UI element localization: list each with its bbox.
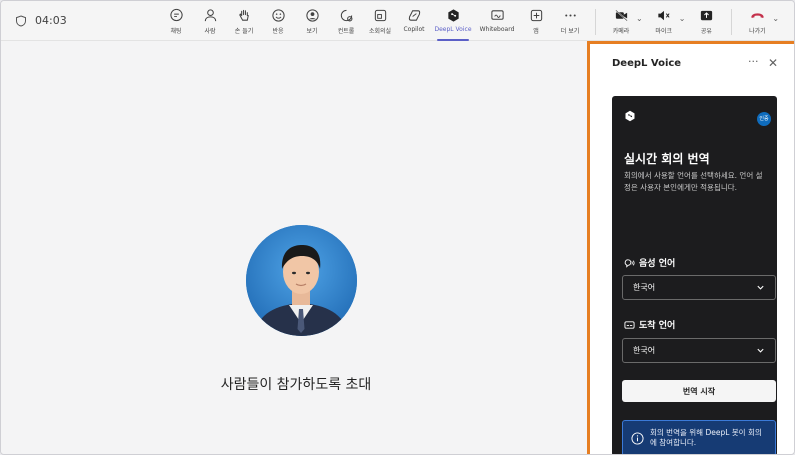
- camera-label: 카메라: [612, 28, 630, 35]
- info-banner: 회의 번역을 위해 DeepL 봇이 회의에 참여합니다.: [622, 420, 776, 454]
- apps-button[interactable]: 앱: [519, 6, 553, 38]
- speech-language-text: 음성 언어: [639, 259, 676, 269]
- chat-button[interactable]: 채팅: [159, 6, 193, 38]
- apps-label: 앱: [533, 28, 539, 35]
- leave-button[interactable]: 나가기: [740, 6, 774, 38]
- controls-label: 컨트롤: [337, 28, 355, 35]
- close-icon[interactable]: ✕: [768, 56, 778, 70]
- target-language-label: 도착 언어: [624, 318, 675, 331]
- deepl-voice-label: DeepL Voice: [434, 26, 472, 33]
- camera-button[interactable]: 카메라: [604, 6, 638, 38]
- controls-button[interactable]: 컨트롤: [329, 6, 363, 38]
- invite-text: 사람들이 참가하도록 초대: [220, 377, 372, 393]
- deepl-icon: [447, 9, 459, 22]
- apps-icon: [530, 9, 542, 22]
- whiteboard-button[interactable]: Whiteboard: [475, 6, 519, 38]
- participant-avatar: [246, 225, 357, 336]
- mic-muted-icon: [658, 10, 670, 21]
- chat-label: 채팅: [170, 28, 182, 35]
- deepl-voice-button[interactable]: DeepL Voice: [431, 6, 475, 41]
- start-translation-button[interactable]: 번역 시작: [622, 380, 776, 402]
- toolbar-divider: [731, 9, 733, 35]
- mic-button[interactable]: 마이크: [647, 6, 681, 38]
- breakout-rooms-label: 소회의실: [368, 28, 392, 35]
- share-icon: [700, 10, 713, 21]
- speech-language-label: 음성 언어: [624, 256, 675, 269]
- user-badge[interactable]: 인증: [757, 112, 771, 126]
- person-photo: [246, 225, 357, 336]
- camera-off-icon: [614, 9, 628, 22]
- breakout-rooms-icon: [374, 9, 386, 22]
- breakout-rooms-button[interactable]: 소회의실: [363, 6, 397, 38]
- copilot-label: Copilot: [403, 26, 425, 33]
- deepl-app-card: 인증 실시간 회의 번역 회의에서 사용할 언어를 선택하세요. 언어 설정은 …: [612, 96, 777, 454]
- speech-language-value: 한국어: [633, 283, 656, 292]
- chat-icon: [169, 8, 183, 22]
- speech-language-select[interactable]: 한국어: [622, 275, 776, 300]
- hang-up-icon: [751, 13, 764, 19]
- teams-meeting-window: 04:03 채팅 사람 손 들기 반응 보기 컨트롤 소회의실 Copilot …: [0, 0, 795, 455]
- raise-hand-label: 손 들기: [234, 28, 254, 35]
- meeting-stage: 사람들이 참가하도록 초대: [1, 42, 591, 454]
- toolbar-buttons: 채팅 사람 손 들기 반응 보기 컨트롤 소회의실 Copilot DeepL …: [159, 6, 783, 41]
- panel-more-icon[interactable]: ···: [748, 55, 759, 68]
- reactions-button[interactable]: 반응: [261, 6, 295, 38]
- meeting-timer: 04:03: [15, 14, 67, 27]
- panel-title: DeepL Voice: [612, 58, 682, 69]
- deepl-logo-icon: [625, 110, 635, 122]
- chevron-down-icon: [757, 348, 764, 353]
- toolbar-divider: [595, 9, 596, 35]
- target-language-select[interactable]: 한국어: [622, 338, 776, 363]
- share-label: 공유: [700, 28, 712, 35]
- people-label: 사람: [204, 28, 216, 35]
- view-label: 보기: [306, 28, 318, 35]
- deepl-voice-panel: DeepL Voice ··· ✕ 인증 실시간 회의 번역 회의에서 사용할 …: [587, 41, 794, 454]
- speech-icon: [624, 258, 635, 268]
- reactions-label: 반응: [272, 28, 284, 35]
- reaction-icon: [271, 9, 285, 22]
- view-icon: [305, 9, 319, 22]
- more-button[interactable]: 더 보기: [553, 6, 587, 38]
- view-button[interactable]: 보기: [295, 6, 329, 38]
- more-label: 더 보기: [560, 28, 580, 35]
- more-icon: [564, 14, 576, 17]
- raise-hand-button[interactable]: 손 들기: [227, 6, 261, 38]
- copilot-icon: [408, 10, 420, 21]
- people-button[interactable]: 사람: [193, 6, 227, 38]
- shield-icon: [16, 14, 26, 27]
- subtitles-icon: [624, 320, 635, 329]
- mic-label: 마이크: [655, 28, 672, 35]
- target-language-text: 도착 언어: [639, 321, 676, 331]
- meeting-toolbar: 04:03 채팅 사람 손 들기 반응 보기 컨트롤 소회의실 Copilot …: [1, 1, 794, 41]
- timer-text: 04:03: [35, 14, 67, 27]
- copilot-button[interactable]: Copilot: [397, 6, 431, 38]
- people-icon: [204, 9, 216, 22]
- info-icon: [631, 431, 644, 445]
- raise-hand-icon: [238, 9, 249, 21]
- controls-icon: [340, 9, 352, 22]
- share-button[interactable]: 공유: [689, 6, 723, 38]
- translation-description: 회의에서 사용할 언어를 선택하세요. 언어 설정은 사용자 본인에게만 적용됩…: [624, 171, 763, 192]
- chevron-down-icon: [757, 285, 764, 290]
- whiteboard-icon: [490, 10, 504, 20]
- translation-heading: 실시간 회의 번역: [624, 152, 710, 166]
- whiteboard-label: Whiteboard: [479, 26, 515, 33]
- target-language-value: 한국어: [633, 346, 656, 355]
- leave-label: 나가기: [749, 28, 766, 35]
- info-text: 회의 번역을 위해 DeepL 봇이 회의에 참여합니다.: [650, 428, 762, 447]
